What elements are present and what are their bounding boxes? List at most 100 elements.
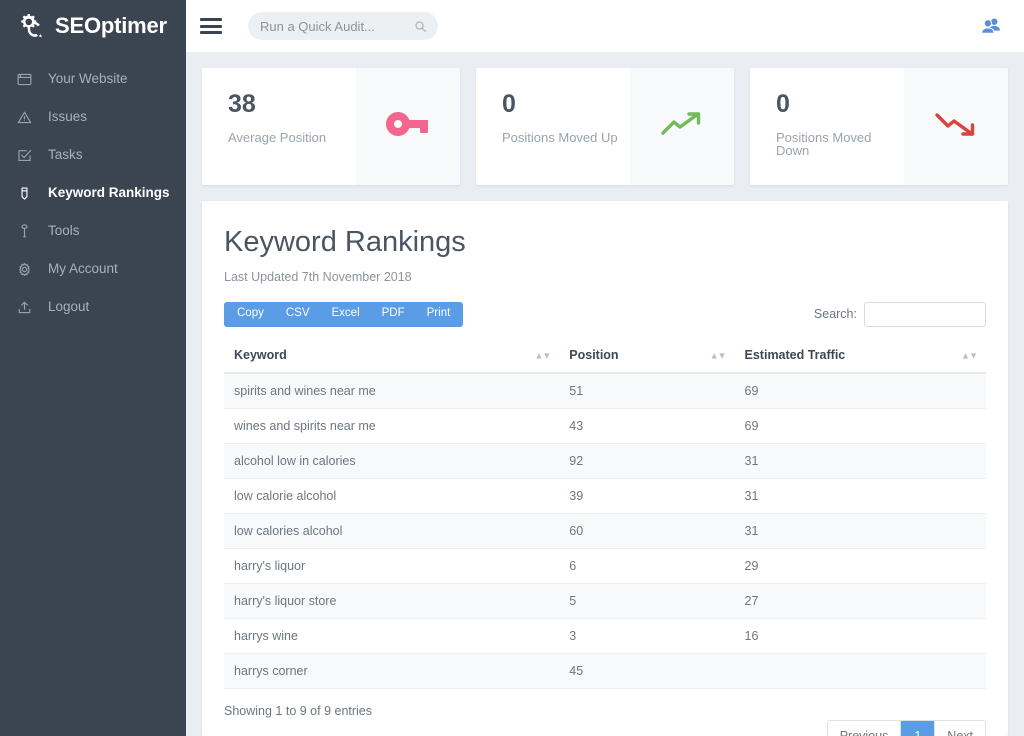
cell-traffic: 27 <box>735 583 986 618</box>
cell-keyword: harry's liquor store <box>224 583 559 618</box>
content: 38 Average Position <box>186 52 1024 736</box>
export-csv-button[interactable]: CSV <box>275 302 321 327</box>
brand[interactable]: SEOptimer <box>0 0 186 52</box>
pagination-previous-button[interactable]: Previous <box>828 721 902 736</box>
stat-icon-pane <box>356 68 460 185</box>
stats-row: 38 Average Position <box>202 68 1008 185</box>
cell-keyword: low calories alcohol <box>224 513 559 548</box>
column-header-estimated-traffic[interactable]: Estimated Traffic ▲▼ <box>735 340 986 373</box>
checked-square-icon <box>16 147 32 163</box>
sidebar-item-label: Your Website <box>48 72 128 86</box>
cell-keyword: low calorie alcohol <box>224 478 559 513</box>
stat-icon-pane <box>630 68 734 185</box>
search-input[interactable] <box>864 302 986 327</box>
table-row[interactable]: wines and spirits near me 43 69 <box>224 408 986 443</box>
sidebar-nav: Your Website Issues <box>0 60 186 326</box>
cell-keyword: harrys wine <box>224 618 559 653</box>
cell-position: 5 <box>559 583 734 618</box>
stat-label: Average Position <box>228 131 356 144</box>
sidebar-item-label: Logout <box>48 300 89 314</box>
stat-body: 0 Positions Moved Down <box>750 68 904 185</box>
brand-name: SEOptimer <box>55 15 167 37</box>
export-print-button[interactable]: Print <box>416 302 464 327</box>
export-excel-button[interactable]: Excel <box>321 302 371 327</box>
topbar <box>186 0 1024 52</box>
hammer-icon <box>16 223 32 239</box>
stat-card-positions-moved-up: 0 Positions Moved Up <box>476 68 734 185</box>
cell-traffic <box>735 653 986 688</box>
export-copy-button[interactable]: Copy <box>224 302 275 327</box>
stat-card-average-position: 38 Average Position <box>202 68 460 185</box>
table-tools: Copy CSV Excel PDF Print Search: <box>224 302 986 327</box>
tag-icon <box>16 185 32 201</box>
trend-down-icon <box>932 108 980 145</box>
export-buttons-group: Copy CSV Excel PDF Print <box>224 302 463 327</box>
quick-audit-search[interactable] <box>248 12 438 40</box>
pagination-next-button[interactable]: Next <box>935 721 985 736</box>
pagination-page-1-button[interactable]: 1 <box>901 721 935 736</box>
cell-position: 39 <box>559 478 734 513</box>
stat-card-positions-moved-down: 0 Positions Moved Down <box>750 68 1008 185</box>
stat-value: 0 <box>776 92 904 117</box>
sidebar-item-label: Tasks <box>48 148 83 162</box>
column-header-label: Keyword <box>234 348 287 362</box>
stat-value: 38 <box>228 92 356 117</box>
sidebar-item-label: Keyword Rankings <box>48 186 170 200</box>
page-title: Keyword Rankings <box>224 227 986 259</box>
sidebar-item-tools[interactable]: Tools <box>0 212 186 250</box>
app-root: SEOptimer Your Website <box>0 0 1024 736</box>
table-row[interactable]: harry's liquor 6 29 <box>224 548 986 583</box>
cell-position: 45 <box>559 653 734 688</box>
cell-keyword: alcohol low in calories <box>224 443 559 478</box>
table-row[interactable]: harrys wine 3 16 <box>224 618 986 653</box>
cell-keyword: wines and spirits near me <box>224 408 559 443</box>
pagination: Previous 1 Next <box>827 720 986 736</box>
sort-icon: ▲▼ <box>534 351 550 360</box>
cell-keyword: harry's liquor <box>224 548 559 583</box>
people-icon[interactable] <box>980 15 1002 37</box>
hamburger-icon[interactable] <box>200 18 222 34</box>
cell-traffic: 69 <box>735 373 986 409</box>
sidebar-item-keyword-rankings[interactable]: Keyword Rankings <box>0 174 186 212</box>
keyword-rankings-panel: Keyword Rankings Last Updated 7th Novemb… <box>202 201 1008 736</box>
table-row[interactable]: harry's liquor store 5 27 <box>224 583 986 618</box>
sidebar-item-issues[interactable]: Issues <box>0 98 186 136</box>
export-pdf-button[interactable]: PDF <box>371 302 416 327</box>
table-row[interactable]: harrys corner 45 <box>224 653 986 688</box>
stat-body: 0 Positions Moved Up <box>476 68 630 185</box>
table-search: Search: <box>814 302 986 327</box>
column-header-label: Estimated Traffic <box>745 348 846 362</box>
warning-triangle-icon <box>16 109 32 125</box>
sidebar-item-label: Tools <box>48 224 80 238</box>
last-updated-text: Last Updated 7th November 2018 <box>224 270 986 284</box>
sidebar-item-label: Issues <box>48 110 87 124</box>
quick-audit-input[interactable] <box>260 19 410 34</box>
table-row[interactable]: low calories alcohol 60 31 <box>224 513 986 548</box>
cell-traffic: 31 <box>735 513 986 548</box>
table-row[interactable]: alcohol low in calories 92 31 <box>224 443 986 478</box>
sidebar-item-label: My Account <box>48 262 118 276</box>
gear-icon <box>16 261 32 277</box>
stat-label: Positions Moved Down <box>776 131 904 157</box>
column-header-position[interactable]: Position ▲▼ <box>559 340 734 373</box>
sidebar-item-my-account[interactable]: My Account <box>0 250 186 288</box>
search-label: Search: <box>814 307 857 321</box>
stat-label: Positions Moved Up <box>502 131 630 144</box>
cell-traffic: 69 <box>735 408 986 443</box>
sidebar-item-your-website[interactable]: Your Website <box>0 60 186 98</box>
cell-position: 3 <box>559 618 734 653</box>
table-row[interactable]: spirits and wines near me 51 69 <box>224 373 986 409</box>
cell-position: 6 <box>559 548 734 583</box>
stat-icon-pane <box>904 68 1008 185</box>
sidebar-item-tasks[interactable]: Tasks <box>0 136 186 174</box>
cell-position: 60 <box>559 513 734 548</box>
sidebar-item-logout[interactable]: Logout <box>0 288 186 326</box>
table-row[interactable]: low calorie alcohol 39 31 <box>224 478 986 513</box>
key-icon <box>384 108 432 145</box>
table-header-row: Keyword ▲▼ Position ▲▼ Estimated Traffic… <box>224 340 986 373</box>
keyword-rankings-table: Keyword ▲▼ Position ▲▼ Estimated Traffic… <box>224 340 986 689</box>
cell-keyword: spirits and wines near me <box>224 373 559 409</box>
sort-icon: ▲▼ <box>961 351 977 360</box>
column-header-keyword[interactable]: Keyword ▲▼ <box>224 340 559 373</box>
cell-traffic: 16 <box>735 618 986 653</box>
